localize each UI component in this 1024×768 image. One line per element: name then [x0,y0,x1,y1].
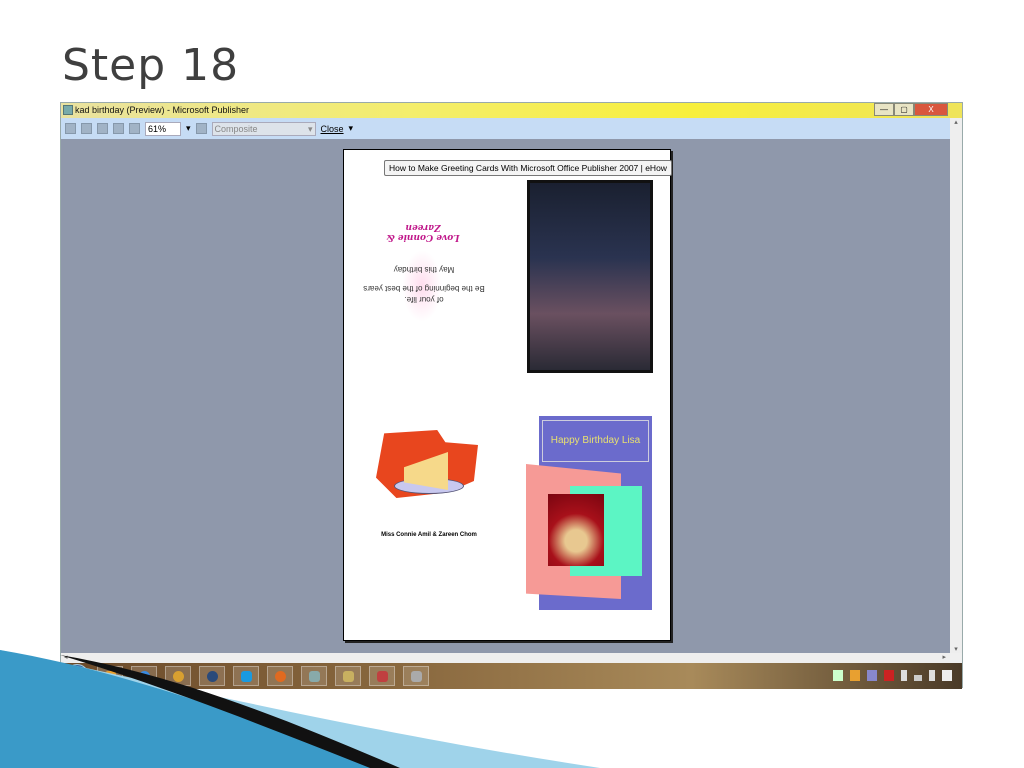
print-icon[interactable] [97,123,108,134]
verse-text: of your life. Be the beginning of the be… [354,264,494,305]
scroll-up-icon[interactable]: ▴ [950,118,962,126]
cover-title: Happy Birthday Lisa [542,420,649,462]
composite-dropdown-arrow[interactable]: ▾ [308,123,313,135]
publisher-app-icon [63,105,73,115]
color-mode-icon[interactable] [195,123,207,134]
zoom-input[interactable]: 61% [145,121,181,136]
close-window-button[interactable]: X [914,103,948,116]
upside-down-photo [527,180,653,373]
system-tray [833,670,952,681]
slide-title: Step 18 [62,40,240,91]
signoff-text: Love Connie & Zareen [386,222,460,242]
sender-names: Miss Connie Amil & Zareen Chom [381,532,477,538]
verse-line: May this birthday [393,265,455,274]
previous-page-icon[interactable] [65,123,76,134]
multiple-pages-icon[interactable] [129,123,140,134]
tray-app-icon[interactable] [833,670,843,681]
card-preview-page: Love Connie & Zareen of your life. Be th… [343,149,672,641]
restore-button[interactable]: ▢ [894,103,914,116]
verse-line: Be the beginning of the best years [363,284,485,293]
scroll-right-icon[interactable]: ▸ [942,653,946,661]
one-page-icon[interactable] [113,123,124,134]
cupcake-photo [548,494,604,566]
slide-swoosh-decoration [0,650,600,768]
card-cover: Happy Birthday Lisa [526,416,652,610]
tray-acrobat-icon[interactable] [884,670,894,681]
composite-select[interactable]: Composite ▾ [211,121,316,136]
zoom-dropdown-arrow[interactable]: ▾ [186,123,191,134]
toolbar-options-icon[interactable]: ▾ [349,123,354,134]
minimize-button[interactable]: — [874,103,894,116]
verse-line: of your life. [404,295,444,304]
close-preview-button[interactable]: Close [321,124,344,134]
tooltip: How to Make Greeting Cards With Microsof… [384,160,672,176]
clipboard-icon[interactable] [942,670,952,681]
tray-update-icon[interactable] [850,670,860,681]
window-title: kad birthday (Preview) - Microsoft Publi… [75,105,250,115]
scroll-down-icon[interactable]: ▾ [950,645,962,653]
next-page-icon[interactable] [81,123,92,134]
network-icon[interactable] [914,675,922,681]
title-bar: kad birthday (Preview) - Microsoft Publi… [61,103,962,118]
action-center-flag-icon[interactable] [901,670,907,681]
composite-value: Composite [214,123,258,134]
print-preview-toolbar: 61% ▾ Composite ▾ Close ▾ [61,118,950,139]
volume-icon[interactable] [929,670,935,681]
tray-app2-icon[interactable] [867,670,877,681]
vertical-scrollbar[interactable]: ▴ ▾ [950,118,962,653]
